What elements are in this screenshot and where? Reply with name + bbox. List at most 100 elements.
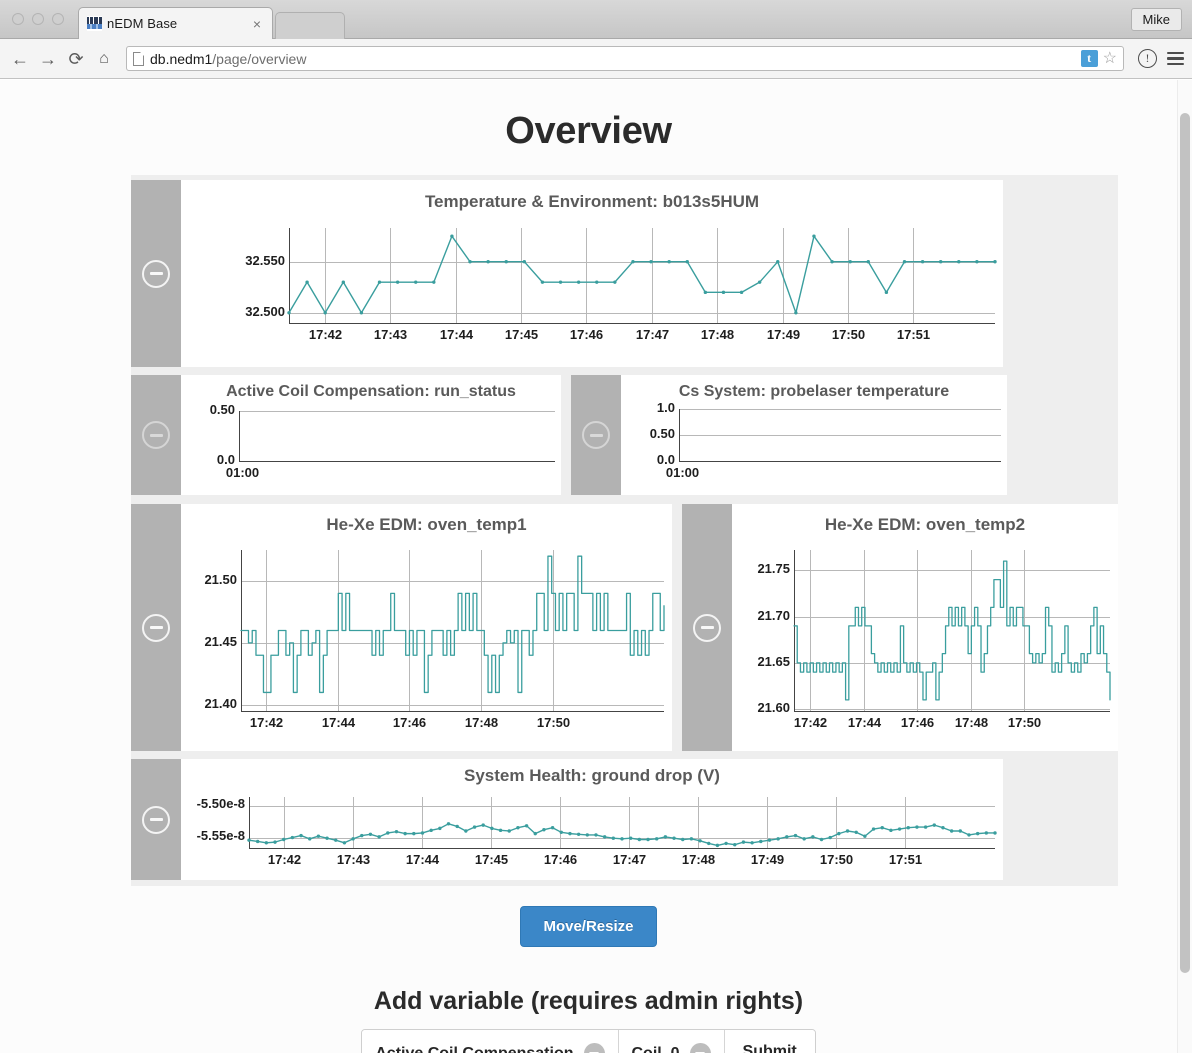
dashboard-grid: Temperature & Environment: b013s5HUM 32.…: [131, 175, 1118, 886]
navigation-bar: ← → ⟳ ⌂ db.nedm1/page/overview t ☆ !: [0, 39, 1192, 79]
subsystem-select[interactable]: Active Coil Compensation: [362, 1030, 619, 1053]
address-bar[interactable]: db.nedm1/page/overview t ☆: [126, 46, 1124, 71]
x-axis-tick-label: 17:46: [543, 852, 578, 867]
x-axis-tick-label: 17:50: [831, 327, 866, 342]
x-axis-tick-label: 17:48: [681, 852, 716, 867]
url-text: db.nedm1/page/overview: [150, 51, 306, 67]
plot-title: Active Coil Compensation: run_status: [226, 383, 516, 400]
dashboard-row-1: Temperature & Environment: b013s5HUM 32.…: [131, 175, 1118, 367]
page-viewport: Overview Temperature & Environment: b013…: [0, 80, 1192, 1053]
x-axis-tick-label: 17:43: [336, 852, 371, 867]
plot-title: System Health: ground drop (V): [464, 766, 720, 785]
plot-title: Temperature & Environment: b013s5HUM: [424, 192, 760, 211]
move-resize-row: Move/Resize: [0, 886, 1177, 947]
remove-panel-icon[interactable]: [142, 805, 170, 834]
maximize-window-button[interactable]: [52, 13, 64, 25]
plot-panel-run-status[interactable]: Active Coil Compensation: run_status 0.5…: [131, 375, 561, 495]
y-axis-tick-label: 21.75: [757, 561, 790, 577]
add-variable-heading: Add variable (requires admin rights): [373, 987, 804, 1015]
new-tab-button[interactable]: [275, 12, 345, 39]
tab-strip: nEDM Base × Mike: [0, 0, 1192, 39]
y-axis-tick-label: 21.65: [757, 653, 790, 669]
url-path: /page/overview: [212, 50, 307, 67]
profile-button[interactable]: Mike: [1130, 8, 1182, 31]
remove-panel-icon[interactable]: [142, 259, 170, 288]
remove-panel-icon[interactable]: [142, 421, 170, 449]
back-icon[interactable]: ←: [8, 46, 32, 72]
plot-canvas-b013s5hum[interactable]: 32.550 32.500 17:42 17:43 17:44 17:45 17:46 17:…: [181, 216, 1003, 351]
plot-title: Cs System: probelaser temperature: [678, 383, 950, 400]
reload-icon[interactable]: ⟳: [64, 46, 88, 72]
y-axis-tick-label: 1.0: [656, 400, 675, 415]
variable-select-value: Coil_0: [631, 1044, 680, 1053]
plot-title: He-Xe EDM: oven_temp2: [824, 515, 1026, 534]
plot-panel-oven-temp2[interactable]: He-Xe EDM: oven_temp2 21.75 21.70 21.65 21.…: [682, 504, 1118, 751]
panel-drag-handle[interactable]: [131, 504, 181, 751]
chevron-down-icon[interactable]: [689, 1043, 711, 1053]
x-axis-tick-label: 01:00: [665, 465, 700, 480]
y-axis-tick-label: -5.50e-8: [196, 795, 245, 811]
move-resize-button[interactable]: Move/Resize: [520, 906, 657, 947]
panel-drag-handle[interactable]: [131, 759, 181, 880]
chevron-down-icon[interactable]: [583, 1043, 605, 1053]
info-icon[interactable]: !: [1138, 49, 1157, 68]
x-axis-tick-label: 17:49: [766, 327, 801, 342]
home-icon[interactable]: ⌂: [92, 46, 116, 72]
x-axis-tick-label: 17:50: [536, 715, 571, 730]
plot-canvas-oven-temp1[interactable]: 21.50 21.45 21.40 17:42 17:44 17:46 17:48 17:50: [181, 538, 672, 737]
menu-icon[interactable]: [1167, 51, 1184, 66]
x-axis-tick-label: 17:42: [793, 715, 828, 730]
plot-body: Active Coil Compensation: run_status 0.5…: [181, 375, 561, 495]
x-axis-tick-label: 17:50: [819, 852, 854, 867]
x-axis-tick-label: 17:44: [847, 715, 882, 730]
plot-body: He-Xe EDM: oven_temp1 21.50 21.45 21.40 17:…: [181, 504, 672, 751]
panel-drag-handle[interactable]: [131, 180, 181, 367]
panel-drag-handle[interactable]: [131, 375, 181, 495]
plot-body: He-Xe EDM: oven_temp2 21.75 21.70 21.65 21.…: [732, 504, 1118, 751]
x-axis-tick-label: 17:42: [249, 715, 284, 730]
y-axis-tick-label: 21.60: [757, 700, 790, 716]
x-axis-tick-label: 17:48: [700, 327, 735, 342]
plot-panel-probelaser[interactable]: Cs System: probelaser temperature 1.0 0.5…: [571, 375, 1007, 495]
plot-panel-oven-temp1[interactable]: He-Xe EDM: oven_temp1 21.50 21.45 21.40 17:…: [131, 504, 672, 751]
dashboard-row-3: He-Xe EDM: oven_temp1 21.50 21.45 21.40 17:…: [131, 495, 1118, 751]
remove-panel-icon[interactable]: [582, 421, 610, 449]
panel-drag-handle[interactable]: [682, 504, 732, 751]
x-axis-tick-label: 17:44: [439, 327, 474, 342]
page-scrollbar[interactable]: [1177, 80, 1192, 1053]
close-tab-icon[interactable]: ×: [250, 17, 264, 31]
x-axis-tick-label: 17:51: [896, 327, 931, 342]
x-axis-tick-label: 17:47: [635, 327, 670, 342]
plot-canvas-ground-drop[interactable]: -5.50e-8 -5.55e-8 17:42 17:43 17:44 17:45 17:4…: [181, 787, 1003, 872]
submit-button[interactable]: Submit: [724, 1030, 815, 1053]
browser-tab[interactable]: nEDM Base ×: [78, 7, 273, 39]
navbar-right-actions: !: [1134, 49, 1184, 68]
y-axis-tick-label: 32.550: [245, 252, 285, 268]
plot-canvas-oven-temp2[interactable]: 21.75 21.70 21.65 21.60 17:42 17:44 17:46 17:48…: [732, 538, 1118, 737]
plot-title: He-Xe EDM: oven_temp1: [326, 515, 527, 534]
x-axis-tick-label: 17:45: [474, 852, 509, 867]
add-variable-form: Active Coil Compensation Coil_0 Submit: [0, 1029, 1177, 1053]
x-axis-tick-label: 17:42: [308, 327, 343, 342]
x-axis-tick-label: 17:50: [1007, 715, 1042, 730]
remove-panel-icon[interactable]: [142, 613, 170, 642]
plot-body: Cs System: probelaser temperature 1.0 0.5…: [621, 375, 1007, 495]
browser-window: nEDM Base × Mike ← → ⟳ ⌂ db.nedm1/page/o…: [0, 0, 1192, 1053]
plot-canvas-probelaser[interactable]: 1.0 0.50 0.0 01:00: [621, 400, 1007, 485]
close-window-button[interactable]: [12, 13, 24, 25]
x-axis-tick-label: 01:00: [225, 465, 260, 480]
bookmark-star-icon[interactable]: ☆: [1103, 50, 1117, 67]
forward-icon[interactable]: →: [36, 46, 60, 72]
window-traffic-lights: [12, 13, 64, 25]
subsystem-select-value: Active Coil Compensation: [375, 1044, 574, 1053]
plot-panel-ground-drop[interactable]: System Health: ground drop (V) -5.50e-8-…: [131, 759, 1003, 880]
plot-panel-b013s5hum[interactable]: Temperature & Environment: b013s5HUM 32.…: [131, 180, 1003, 367]
scrollbar-thumb[interactable]: [1180, 113, 1190, 973]
minimize-window-button[interactable]: [32, 13, 44, 25]
panel-drag-handle[interactable]: [571, 375, 621, 495]
remove-panel-icon[interactable]: [693, 613, 721, 642]
extension-badge-icon[interactable]: t: [1080, 50, 1098, 67]
plot-canvas-run-status[interactable]: 0.50 0.0 01:00: [181, 402, 561, 485]
variable-select[interactable]: Coil_0: [618, 1030, 725, 1053]
y-axis-tick-label: 0.50: [209, 402, 235, 417]
